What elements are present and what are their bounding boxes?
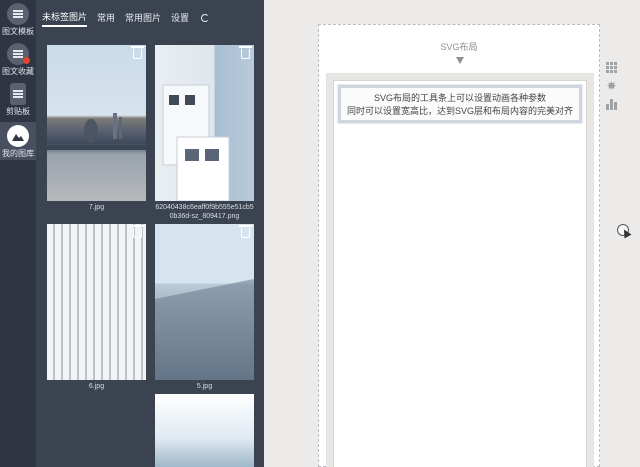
notice-box: SVG布局的工具条上可以设置动画各种参数 同时可以设置宽高比，达到SVG层和布局… [337, 84, 583, 124]
rail-item-templates[interactable]: 图文模板 [0, 0, 36, 40]
rail-label: 剪贴板 [6, 107, 30, 116]
image-thumbnail[interactable] [155, 224, 254, 380]
rail-item-clipboard[interactable]: 剪贴板 [0, 80, 36, 120]
image-caption: 6.jpg [88, 383, 105, 390]
tab-untagged[interactable]: 未标签图片 [42, 10, 88, 27]
svg-layout-frame[interactable]: SVG布局的工具条上可以设置动画各种参数 同时可以设置宽高比，达到SVG层和布局… [326, 73, 594, 467]
template-icon [7, 3, 29, 25]
grid-icon[interactable] [606, 62, 617, 73]
gallery-icon [7, 125, 29, 147]
image-thumbnail[interactable] [47, 45, 146, 201]
image-thumbnail[interactable] [155, 394, 254, 467]
image-caption: 7.jpg [88, 204, 105, 211]
rail-item-favorites[interactable]: 图文收藏 [0, 40, 36, 80]
gear-icon[interactable]: ✸ [606, 80, 617, 92]
trash-icon[interactable] [131, 225, 144, 238]
refresh-icon[interactable] [201, 14, 210, 22]
notice-line: SVG布局的工具条上可以设置动画各种参数 [373, 93, 546, 103]
svg-layout-title: SVG布局 [440, 42, 478, 52]
rail-label: 图文模板 [2, 27, 34, 36]
bar-chart-icon[interactable] [606, 99, 617, 110]
arrow-down-icon [456, 57, 464, 64]
image-caption: 5.jpg [196, 383, 213, 390]
rail-item-gallery[interactable]: 我的图库 [0, 122, 36, 160]
right-toolbar: ✸ [606, 62, 620, 110]
editor-canvas[interactable]: SVG布局 SVG布局的工具条上可以设置动画各种参数 同时可以设置宽高比，达到S… [318, 24, 600, 467]
notice-line: 同时可以设置宽高比，达到SVG层和布局内容的完美对齐 [346, 106, 573, 116]
image-thumbnail[interactable] [155, 45, 254, 201]
trash-icon[interactable] [131, 46, 144, 59]
image-thumbnail[interactable] [47, 224, 146, 380]
left-rail: 图文模板 图文收藏 剪贴板 我的图库 [0, 0, 36, 467]
mouse-pointer-icon [620, 227, 632, 239]
trash-icon[interactable] [239, 46, 252, 59]
favorite-icon [7, 43, 30, 65]
rail-label: 图文收藏 [2, 67, 34, 76]
svg-layout-inner[interactable]: SVG布局的工具条上可以设置动画各种参数 同时可以设置宽高比，达到SVG层和布局… [333, 80, 587, 467]
trash-icon[interactable] [239, 225, 252, 238]
tab-settings[interactable]: 设置 [171, 11, 189, 26]
gallery-tabs: 未标签图片 常用 常用图片 设置 [42, 10, 210, 27]
rail-label: 我的图库 [2, 149, 34, 158]
tab-common[interactable]: 常用 [97, 11, 115, 26]
image-caption: 62040438c6eaff0f9b555e51cb50b36d-sz_8094… [155, 204, 254, 220]
clipboard-icon [10, 83, 26, 105]
tab-common-images[interactable]: 常用图片 [125, 11, 161, 26]
gallery-panel: 未标签图片 常用 常用图片 设置 7.jpg 62040438c6eaff0f9… [36, 0, 264, 467]
